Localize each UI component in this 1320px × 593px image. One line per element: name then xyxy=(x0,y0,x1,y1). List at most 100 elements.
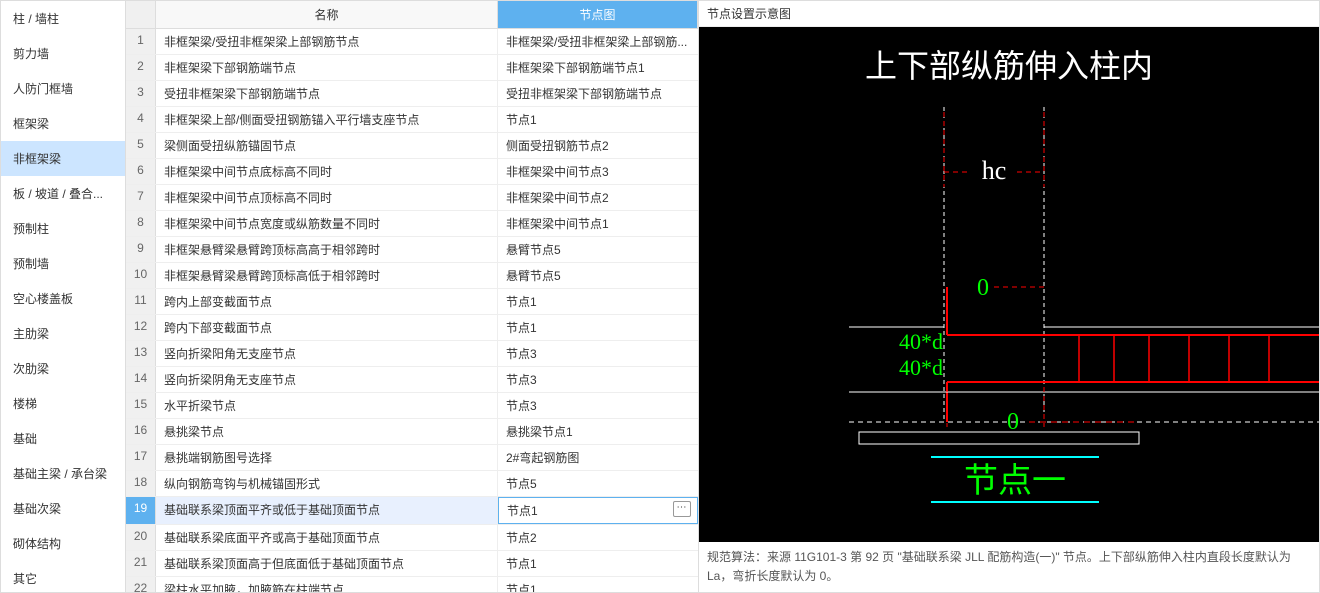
diagram-header: 节点设置示意图 xyxy=(699,1,1319,27)
row-node-cell[interactable]: 非框架梁中间节点2 xyxy=(498,185,698,210)
row-node-cell[interactable]: 侧面受扭钢筋节点2 xyxy=(498,133,698,158)
row-name-cell: 非框架梁中间节点顶标高不同时 xyxy=(156,185,498,210)
table-row[interactable]: 22梁柱水平加腋，加腋筋在柱端节点节点1 xyxy=(126,577,698,592)
diagram-footer-note: 规范算法：来源 11G101-3 第 92 页 "基础联系梁 JLL 配筋构造(… xyxy=(699,542,1319,592)
row-number: 2 xyxy=(126,55,156,80)
sidebar-item[interactable]: 柱 / 墙柱 xyxy=(1,1,125,36)
table-row[interactable]: 12跨内下部变截面节点节点1 xyxy=(126,315,698,341)
row-node-cell[interactable]: 节点1⋯ xyxy=(498,497,698,524)
row-name-cell: 竖向折梁阴角无支座节点 xyxy=(156,367,498,392)
row-node-cell[interactable]: 非框架梁下部钢筋端节点1 xyxy=(498,55,698,80)
table-row[interactable]: 21基础联系梁顶面高于但底面低于基础顶面节点节点1 xyxy=(126,551,698,577)
row-node-cell[interactable]: 悬臂节点5 xyxy=(498,263,698,288)
table-row[interactable]: 6非框架梁中间节点底标高不同时非框架梁中间节点3 xyxy=(126,159,698,185)
sidebar-item[interactable]: 其它 xyxy=(1,561,125,592)
row-node-cell[interactable]: 悬挑梁节点1 xyxy=(498,419,698,444)
sidebar-item[interactable]: 空心楼盖板 xyxy=(1,281,125,316)
table-row[interactable]: 3受扭非框架梁下部钢筋端节点受扭非框架梁下部钢筋端节点 xyxy=(126,81,698,107)
row-name-cell: 基础联系梁顶面高于但底面低于基础顶面节点 xyxy=(156,551,498,576)
sidebar-item[interactable]: 次肋梁 xyxy=(1,351,125,386)
row-number: 14 xyxy=(126,367,156,392)
row-number: 17 xyxy=(126,445,156,470)
row-node-cell[interactable]: 节点3 xyxy=(498,393,698,418)
sidebar-item[interactable]: 非框架梁 xyxy=(1,141,125,176)
row-node-cell[interactable]: 节点3 xyxy=(498,367,698,392)
row-node-cell[interactable]: 非框架梁中间节点1 xyxy=(498,211,698,236)
row-name-cell: 基础联系梁顶面平齐或低于基础顶面节点 xyxy=(156,497,498,524)
table-row[interactable]: 16悬挑梁节点悬挑梁节点1 xyxy=(126,419,698,445)
table-row[interactable]: 11跨内上部变截面节点节点1 xyxy=(126,289,698,315)
row-number: 12 xyxy=(126,315,156,340)
table-row[interactable]: 7非框架梁中间节点顶标高不同时非框架梁中间节点2 xyxy=(126,185,698,211)
row-number: 19 xyxy=(126,497,156,524)
row-name-cell: 跨内上部变截面节点 xyxy=(156,289,498,314)
row-name-cell: 梁侧面受扭纵筋锚固节点 xyxy=(156,133,498,158)
row-number: 13 xyxy=(126,341,156,366)
sidebar-item[interactable]: 基础主梁 / 承台梁 xyxy=(1,456,125,491)
row-name-cell: 纵向钢筋弯钩与机械锚固形式 xyxy=(156,471,498,496)
sidebar-item[interactable]: 楼梯 xyxy=(1,386,125,421)
row-node-cell[interactable]: 2#弯起钢筋图 xyxy=(498,445,698,470)
row-node-cell[interactable]: 节点1 xyxy=(498,289,698,314)
sidebar-item[interactable]: 框架梁 xyxy=(1,106,125,141)
row-node-cell[interactable]: 节点3 xyxy=(498,341,698,366)
table-row[interactable]: 8非框架梁中间节点宽度或纵筋数量不同时非框架梁中间节点1 xyxy=(126,211,698,237)
row-node-cell[interactable]: 节点2 xyxy=(498,525,698,550)
sidebar-item[interactable]: 基础 xyxy=(1,421,125,456)
row-number: 6 xyxy=(126,159,156,184)
node-table: 名称 节点图 1非框架梁/受扭非框架梁上部钢筋节点非框架梁/受扭非框架梁上部钢筋… xyxy=(126,1,699,592)
table-row[interactable]: 5梁侧面受扭纵筋锚固节点侧面受扭钢筋节点2 xyxy=(126,133,698,159)
table-row[interactable]: 13竖向折梁阳角无支座节点节点3 xyxy=(126,341,698,367)
row-name-cell: 非框架梁上部/侧面受扭钢筋锚入平行墙支座节点 xyxy=(156,107,498,132)
ellipsis-button[interactable]: ⋯ xyxy=(673,501,691,517)
row-node-cell[interactable]: 悬臂节点5 xyxy=(498,237,698,262)
row-name-cell: 受扭非框架梁下部钢筋端节点 xyxy=(156,81,498,106)
sidebar-item[interactable]: 人防门框墙 xyxy=(1,71,125,106)
row-name-cell: 梁柱水平加腋，加腋筋在柱端节点 xyxy=(156,577,498,592)
row-name-cell: 竖向折梁阳角无支座节点 xyxy=(156,341,498,366)
diagram-40d-bottom: 40*d xyxy=(899,355,943,380)
table-row[interactable]: 2非框架梁下部钢筋端节点非框架梁下部钢筋端节点1 xyxy=(126,55,698,81)
row-number: 11 xyxy=(126,289,156,314)
sidebar-item[interactable]: 主肋梁 xyxy=(1,316,125,351)
table-row[interactable]: 9非框架悬臂梁悬臂跨顶标高高于相邻跨时悬臂节点5 xyxy=(126,237,698,263)
sidebar-item[interactable]: 预制柱 xyxy=(1,211,125,246)
sidebar-item[interactable]: 板 / 坡道 / 叠合... xyxy=(1,176,125,211)
category-sidebar: 柱 / 墙柱剪力墙人防门框墙框架梁非框架梁板 / 坡道 / 叠合...预制柱预制… xyxy=(1,1,126,592)
diagram-panel: 节点设置示意图 上下部纵筋伸入柱内 hc 0 xyxy=(699,1,1319,592)
table-row[interactable]: 1非框架梁/受扭非框架梁上部钢筋节点非框架梁/受扭非框架梁上部钢筋... xyxy=(126,29,698,55)
row-number-header xyxy=(126,1,156,29)
row-node-cell[interactable]: 节点5 xyxy=(498,471,698,496)
row-name-cell: 跨内下部变截面节点 xyxy=(156,315,498,340)
diagram-zero-top: 0 xyxy=(977,275,989,301)
row-name-cell: 非框架梁中间节点底标高不同时 xyxy=(156,159,498,184)
row-number: 15 xyxy=(126,393,156,418)
sidebar-item[interactable]: 基础次梁 xyxy=(1,491,125,526)
row-node-cell[interactable]: 受扭非框架梁下部钢筋端节点 xyxy=(498,81,698,106)
sidebar-item[interactable]: 剪力墙 xyxy=(1,36,125,71)
row-node-cell[interactable]: 非框架梁中间节点3 xyxy=(498,159,698,184)
table-row[interactable]: 10非框架悬臂梁悬臂跨顶标高低于相邻跨时悬臂节点5 xyxy=(126,263,698,289)
sidebar-item[interactable]: 预制墙 xyxy=(1,246,125,281)
row-name-cell: 非框架梁下部钢筋端节点 xyxy=(156,55,498,80)
table-row[interactable]: 18纵向钢筋弯钩与机械锚固形式节点5 xyxy=(126,471,698,497)
row-name-cell: 悬挑梁节点 xyxy=(156,419,498,444)
row-node-cell[interactable]: 节点1 xyxy=(498,315,698,340)
table-row[interactable]: 17悬挑端钢筋图号选择2#弯起钢筋图 xyxy=(126,445,698,471)
table-row[interactable]: 20基础联系梁底面平齐或高于基础顶面节点节点2 xyxy=(126,525,698,551)
table-row[interactable]: 15水平折梁节点节点3 xyxy=(126,393,698,419)
row-node-cell[interactable]: 节点1 xyxy=(498,107,698,132)
table-row[interactable]: 14竖向折梁阴角无支座节点节点3 xyxy=(126,367,698,393)
table-row[interactable]: 19基础联系梁顶面平齐或低于基础顶面节点节点1⋯ xyxy=(126,497,698,525)
row-name-cell: 悬挑端钢筋图号选择 xyxy=(156,445,498,470)
row-node-cell[interactable]: 节点1 xyxy=(498,551,698,576)
sidebar-item[interactable]: 砌体结构 xyxy=(1,526,125,561)
table-row[interactable]: 4非框架梁上部/侧面受扭钢筋锚入平行墙支座节点节点1 xyxy=(126,107,698,133)
row-node-cell[interactable]: 节点1 xyxy=(498,577,698,592)
table-header-row: 名称 节点图 xyxy=(126,1,698,29)
row-node-cell[interactable]: 非框架梁/受扭非框架梁上部钢筋... xyxy=(498,29,698,54)
row-number: 20 xyxy=(126,525,156,550)
row-name-cell: 非框架悬臂梁悬臂跨顶标高低于相邻跨时 xyxy=(156,263,498,288)
row-number: 5 xyxy=(126,133,156,158)
row-number: 4 xyxy=(126,107,156,132)
